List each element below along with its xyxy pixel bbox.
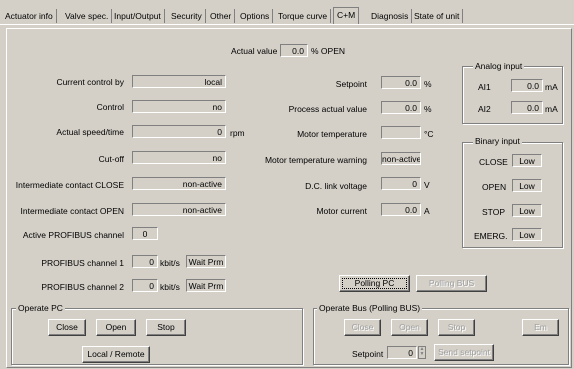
polling-bus-button[interactable]: Polling BUS [416, 275, 487, 292]
tab-input-output[interactable]: Input/Output [111, 9, 165, 23]
ai1-unit: mA [545, 82, 558, 92]
bus-close-button[interactable]: Close [344, 319, 381, 336]
bus-open-button[interactable]: Open [391, 319, 428, 336]
actual-value-unit: % OPEN [311, 46, 346, 56]
bin-close-label: CLOSE [479, 157, 508, 167]
tab-valve-spec[interactable]: Valve spec. [62, 9, 113, 23]
pb1-status: Wait Prm [186, 255, 226, 268]
actual-value-label: Actual value [231, 46, 278, 56]
speed-label: Actual speed/time [56, 127, 124, 137]
ai2-label: AI2 [478, 104, 491, 114]
operate-bus-title: Operate Bus (Polling BUS) [317, 303, 423, 313]
actual-value-field: 0.0 [280, 44, 308, 57]
setpoint-unit: % [424, 79, 432, 89]
ic-close-field: non-active [132, 177, 226, 190]
bin-open-field: Low [512, 179, 542, 192]
current-control-label: Current control by [56, 77, 124, 87]
current-control-field: local [132, 75, 226, 88]
motor-temp-label: Motor temperature [297, 129, 367, 139]
process-field: 0.0 [381, 101, 421, 114]
polling-pc-button[interactable]: Polling PC [339, 275, 410, 292]
motor-current-unit: A [424, 206, 430, 216]
ic-open-label: Intermediate contact OPEN [20, 206, 124, 216]
setpoint-label: Setpoint [335, 79, 367, 89]
bus-stop-button[interactable]: Stop [438, 319, 475, 336]
speed-field: 0 [132, 125, 226, 138]
operate-pc-group [11, 308, 303, 365]
analog-input-title: Analog input [473, 61, 525, 71]
cutoff-field: no [132, 151, 226, 164]
pc-close-button[interactable]: Close [48, 319, 86, 336]
motor-current-field: 0.0 [381, 203, 421, 216]
speed-unit: rpm [230, 128, 245, 138]
ai1-label: AI1 [478, 82, 491, 92]
ai2-field: 0.0 [511, 101, 543, 114]
pb1-label: PROFIBUS channel 1 [41, 258, 124, 268]
cutoff-label: Cut-off [98, 154, 124, 164]
profibus-active-label: Active PROFIBUS channel [22, 230, 124, 240]
pb2-label: PROFIBUS channel 2 [41, 282, 124, 292]
operate-pc-title: Operate PC [16, 303, 65, 313]
pb1-unit: kbit/s [160, 258, 180, 268]
tab-other[interactable]: Other [207, 9, 236, 23]
tab-state-of-unit[interactable]: State of unit [411, 9, 464, 23]
tab-divider [0, 24, 574, 25]
bus-setpoint-input[interactable]: 0 [387, 346, 417, 359]
tab-actuator-info[interactable]: Actuator info [2, 9, 57, 23]
process-unit: % [424, 104, 432, 114]
bus-emergency-button[interactable]: Em [522, 319, 559, 336]
tab-c-m[interactable]: C+M [333, 7, 360, 25]
binary-input-title: Binary input [473, 136, 522, 146]
ic-open-field: non-active [132, 203, 226, 216]
dc-link-label: D.C. link voltage [305, 181, 367, 191]
pb2-status: Wait Prm [186, 279, 226, 292]
dc-link-field: 0 [381, 177, 421, 190]
bin-close-field: Low [512, 154, 542, 167]
dc-link-unit: V [424, 180, 430, 190]
ai2-unit: mA [545, 104, 558, 114]
bin-stop-label: STOP [482, 207, 505, 217]
bin-emerg-label: EMERG. [474, 231, 508, 241]
motor-current-label: Motor current [316, 206, 367, 216]
motor-temp-field [381, 126, 421, 139]
pc-open-button[interactable]: Open [96, 319, 136, 336]
profibus-active-field: 0 [132, 227, 158, 240]
bin-emerg-field: Low [512, 228, 542, 241]
process-label: Process actual value [288, 104, 367, 114]
pb2-unit: kbit/s [160, 282, 180, 292]
tab-bar: Actuator info Valve spec. Input/Output S… [0, 0, 574, 27]
control-label: Control [96, 102, 124, 112]
spinner-down-icon[interactable]: ▼ [419, 352, 425, 357]
tab-torque-curve[interactable]: Torque curve [275, 9, 332, 23]
tab-diagnosis[interactable]: Diagnosis [368, 9, 413, 23]
pc-stop-button[interactable]: Stop [146, 319, 186, 336]
bus-setpoint-label: Setpoint [352, 349, 384, 359]
ic-close-label: Intermediate contact CLOSE [15, 180, 124, 190]
bus-setpoint-spinner[interactable]: ▲ ▼ [418, 346, 426, 359]
setpoint-field: 0.0 [381, 76, 421, 89]
tab-security[interactable]: Security [168, 9, 206, 23]
bin-open-label: OPEN [482, 182, 507, 192]
tab-options[interactable]: Options [237, 9, 274, 23]
ai1-field: 0.0 [511, 79, 543, 92]
send-setpoint-button[interactable]: Send setpoint [434, 344, 494, 361]
control-field: no [132, 100, 226, 113]
local-remote-button[interactable]: Local / Remote [82, 346, 150, 363]
pb1-field: 0 [132, 255, 158, 268]
pb2-field: 0 [132, 279, 158, 292]
analog-input-group [462, 66, 563, 124]
bin-stop-field: Low [512, 204, 542, 217]
motor-warn-label: Motor temperature warning [264, 155, 367, 165]
motor-temp-unit: °C [424, 129, 434, 139]
motor-warn-field: non-active [381, 152, 421, 165]
